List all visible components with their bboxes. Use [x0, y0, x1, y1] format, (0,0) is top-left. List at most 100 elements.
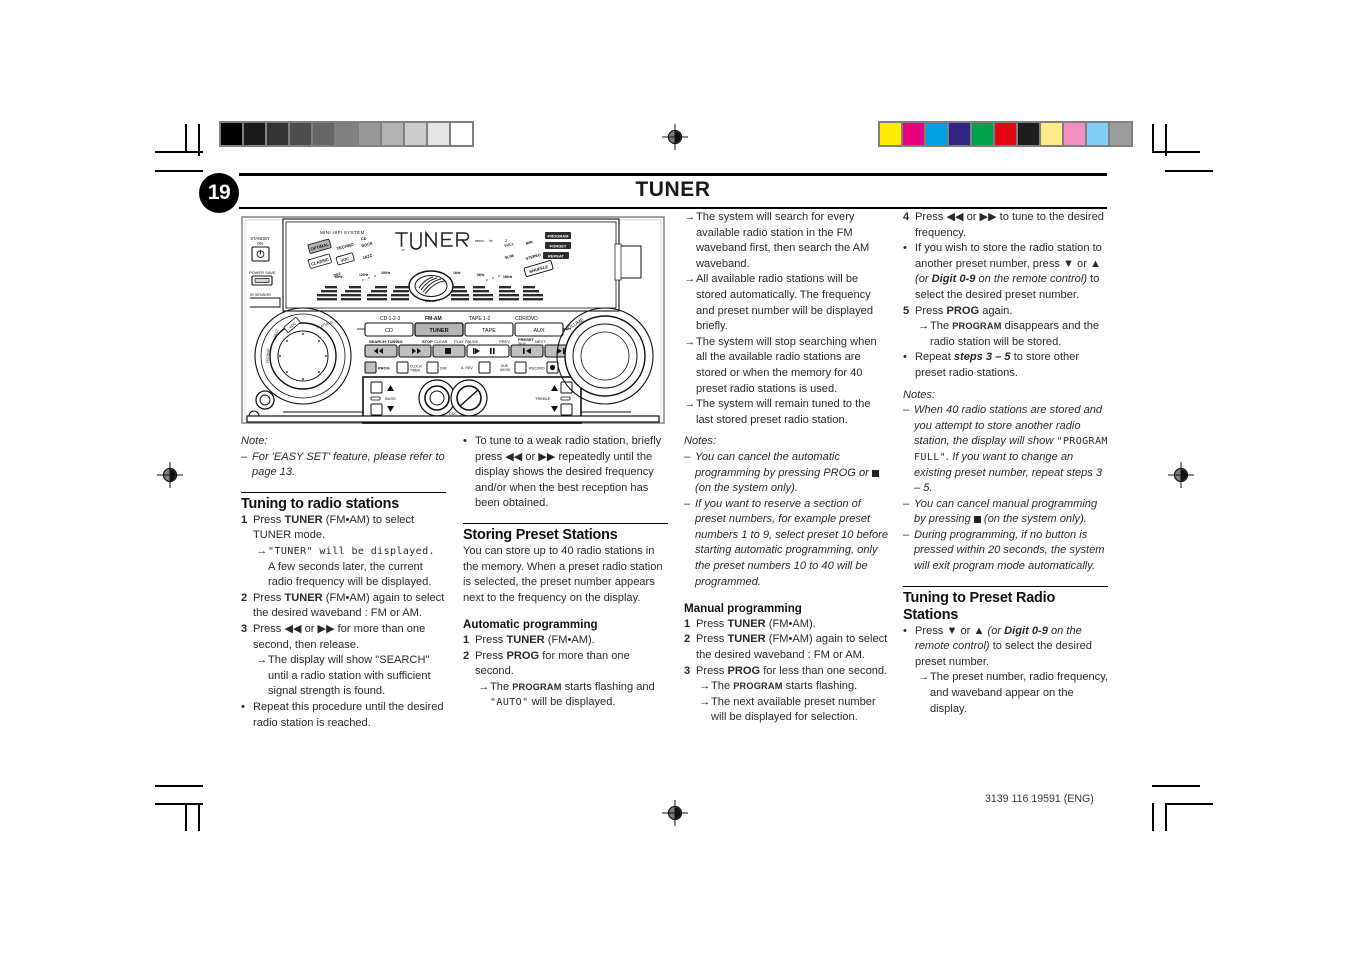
result-prefix: The: [711, 680, 734, 693]
header-rule-bottom: [239, 206, 1107, 209]
arrow-marker: →: [684, 335, 696, 348]
column-3: → The system will search for every avail…: [684, 210, 889, 726]
bullet-prefix: Repeat: [915, 351, 954, 364]
crop-mark-br-v2: [1165, 803, 1167, 831]
bullet-text: Press ▼ or ▲ (or Digit 0-9 on the remote…: [915, 624, 1108, 671]
step-number: 1: [684, 617, 691, 630]
svg-text:PREV: PREV: [499, 339, 510, 344]
bullet-part-i1: (or: [915, 273, 932, 286]
step-number: 2: [241, 591, 248, 604]
dash-marker: –: [903, 404, 910, 417]
auto-step-1: 1 Press TUNER (FM•AM).: [463, 633, 668, 649]
svg-text:AUX: AUX: [533, 328, 544, 334]
step-text: Press TUNER (FM•AM) again to select the …: [696, 632, 889, 663]
crop-mark-tl-h2: [155, 170, 203, 172]
stop-square-icon: [973, 516, 981, 524]
note-text: You can cancel manual programming by pre…: [914, 497, 1108, 528]
note-text: You can cancel the automatic programming…: [695, 450, 889, 497]
bullet-part-i2: on the remote control): [975, 273, 1088, 286]
svg-text:CDR/DVD: CDR/DVD: [515, 316, 538, 322]
step-text: Press TUNER (FM•AM).: [696, 617, 889, 633]
bullet-marker: •: [903, 351, 907, 364]
svg-text:5kHz: 5kHz: [477, 273, 485, 277]
smallcaps-program: PROGRAM: [733, 681, 783, 692]
note-2: – You can cancel manual programming by p…: [903, 497, 1108, 528]
manual-step-3-result-a: → The PROGRAM starts flashing.: [684, 679, 889, 695]
arrow-marker: →: [699, 680, 711, 693]
bullet-marker: •: [903, 242, 907, 255]
result-suffix: will be displayed.: [528, 696, 616, 709]
manual-step-5-result: → The PROGRAM disappears and the radio s…: [903, 319, 1108, 350]
bullet-text: If you wish to store the radio station t…: [915, 241, 1108, 303]
svg-text:dB: dB: [401, 248, 405, 252]
manual-step-4: 4 Press ◀◀ or ▶▶ to tune to the desired …: [903, 210, 1108, 241]
bullet-select-preset: • Press ▼ or ▲ (or Digit 0-9 on the remo…: [903, 624, 1108, 671]
step-3-result: → The display will show "SEARCH" until a…: [241, 653, 446, 700]
preset-result: → The preset number, radio frequency, an…: [903, 670, 1108, 717]
step-text: Press TUNER (FM•AM) again to select the …: [253, 591, 446, 622]
svg-text:BASS: BASS: [385, 396, 396, 401]
step-prefix: Press: [475, 649, 507, 662]
section-heading-storing: Storing Preset Stations: [463, 526, 618, 543]
note-text: When 40 radio stations are stored and yo…: [914, 403, 1108, 497]
step-number: 1: [463, 633, 470, 646]
svg-text:PROGRAM: PROGRAM: [548, 234, 570, 239]
result-text: The display will show "SEARCH" until a r…: [268, 654, 431, 698]
color-swatch-2: [926, 123, 947, 145]
crop-mark-tr-h2: [1165, 170, 1213, 172]
result-text: The system will search for every availab…: [696, 211, 870, 270]
stop-square-icon: [871, 469, 879, 477]
result-mid: starts flashing and: [561, 680, 655, 693]
note-item-text: For 'EASY SET' feature, please refer to …: [252, 450, 445, 479]
crop-mark-bl-h2: [155, 803, 203, 805]
bullet-marker: •: [903, 624, 907, 637]
auto-result-2: → All available radio stations will be s…: [684, 272, 889, 334]
color-swatch-5: [995, 123, 1016, 145]
result-text: The PROGRAM starts flashing and "AUTO" w…: [490, 680, 668, 711]
color-calibration-bar: [878, 121, 1133, 147]
step-prefix: Press: [696, 664, 728, 677]
step-number: 4: [903, 211, 910, 223]
lcd-text: "AUTO": [490, 697, 529, 709]
grayscale-swatch-10: [451, 123, 472, 145]
auto-result-4: → The system will remain tuned to the la…: [684, 397, 889, 428]
step-3: 3 Press ◀◀ or ▶▶ for more than one secon…: [241, 622, 446, 653]
note-prefix: You can cancel the automatic programming…: [695, 450, 872, 479]
step-bold: TUNER: [727, 617, 766, 630]
auto-step-2: 2 Press PROG for more than one second.: [463, 649, 668, 680]
registration-mark-right: [1168, 462, 1194, 488]
note-text: During programming, if no button is pres…: [914, 528, 1105, 573]
crop-mark-br-h2: [1165, 803, 1213, 805]
arrow-marker: →: [918, 320, 930, 333]
section-rule: [241, 491, 446, 493]
color-swatch-3: [949, 123, 970, 145]
note-2: – If you want to reserve a section of pr…: [684, 497, 889, 591]
registration-mark-bottom: [662, 800, 688, 826]
step-1: 1 Press TUNER (FM•AM) to select TUNER mo…: [241, 513, 446, 544]
note-suffix: (on the system only).: [695, 482, 798, 495]
step-prefix: Press: [696, 617, 728, 630]
svg-text:IR SENSOR: IR SENSOR: [250, 293, 271, 297]
smallcaps-program: PROGRAM: [952, 321, 1002, 332]
svg-text:16kHz: 16kHz: [503, 275, 513, 279]
note-suffix: (on the system only).: [980, 513, 1087, 526]
step-prefix: Press: [253, 591, 285, 604]
step-text: Press TUNER (FM•AM).: [475, 633, 668, 649]
arrow-marker: →: [256, 544, 268, 557]
color-swatch-6: [1018, 123, 1039, 145]
step-prefix: Press: [696, 633, 728, 646]
column-2: • To tune to a weak radio station, brief…: [463, 434, 668, 711]
grayscale-swatch-8: [405, 123, 426, 145]
crop-mark-bl-v2: [198, 803, 200, 831]
svg-text:RECORD: RECORD: [529, 367, 545, 371]
result-text: The preset number, radio frequency, and …: [930, 671, 1109, 715]
svg-text:TAPE: TAPE: [482, 328, 496, 334]
svg-text:A. REV: A. REV: [461, 366, 473, 370]
result-text: The PROGRAM disappears and the radio sta…: [930, 319, 1108, 350]
manual-step-1: 1 Press TUNER (FM•AM).: [684, 617, 889, 633]
manual-step-5: 5 Press PROG again.: [903, 304, 1108, 320]
crop-mark-bl-v1: [185, 803, 187, 831]
dash-marker: –: [903, 528, 910, 541]
result-prefix: The: [490, 680, 513, 693]
arrow-marker: →: [699, 695, 711, 708]
